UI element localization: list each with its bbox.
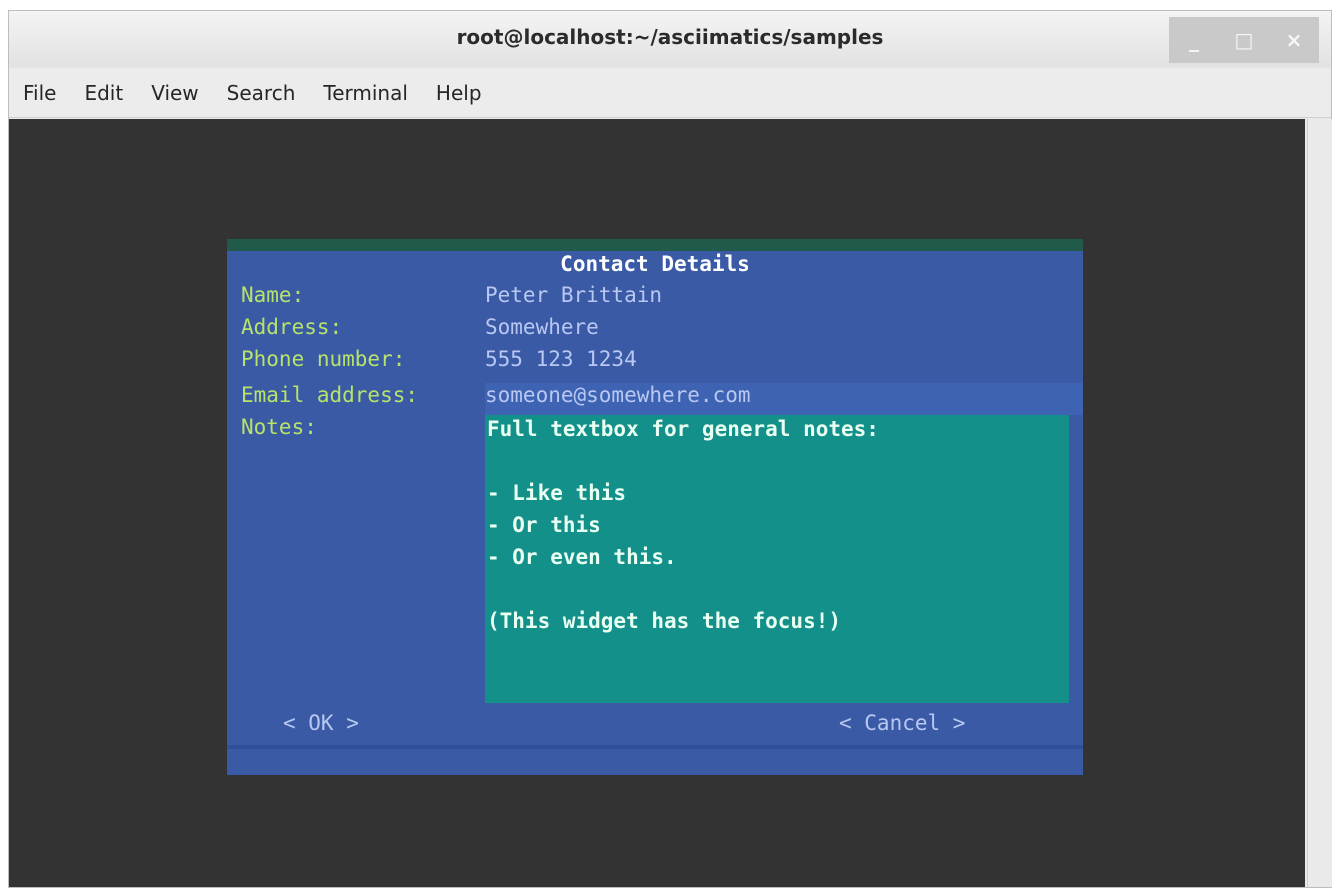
contact-dialog: Contact Details Name: Peter Brittain Add… (227, 239, 1083, 775)
close-button[interactable]: × (1275, 23, 1313, 57)
notes-line: - Like this (487, 481, 627, 505)
maximize-button[interactable]: □ (1225, 23, 1263, 57)
terminal-area[interactable]: Contact Details Name: Peter Brittain Add… (9, 119, 1305, 887)
name-label: Name: (241, 283, 305, 307)
dialog-title: Contact Details (560, 252, 750, 276)
phone-field[interactable]: 555 123 1234 (485, 347, 637, 371)
menu-help[interactable]: Help (422, 81, 496, 105)
notes-label: Notes: (241, 415, 317, 439)
ok-button[interactable]: < OK > (283, 711, 359, 735)
notes-line: (This widget has the focus!) (487, 609, 842, 633)
address-label: Address: (241, 315, 343, 339)
minimize-button[interactable]: _ (1175, 23, 1213, 57)
notes-line: - Or this (487, 513, 601, 537)
menu-search[interactable]: Search (213, 81, 310, 105)
menu-bar: File Edit View Search Terminal Help (9, 69, 1331, 118)
window-title: root@localhost:~/asciimatics/samples (456, 25, 884, 49)
terminal-window: root@localhost:~/asciimatics/samples _ □… (8, 10, 1332, 888)
notes-textbox[interactable]: Full textbox for general notes: - Like t… (485, 415, 1069, 703)
address-field[interactable]: Somewhere (485, 315, 599, 339)
phone-label: Phone number: (241, 347, 406, 371)
menu-terminal[interactable]: Terminal (309, 81, 422, 105)
menu-file[interactable]: File (9, 81, 70, 105)
menu-edit[interactable]: Edit (70, 81, 137, 105)
menu-view[interactable]: View (137, 81, 212, 105)
name-field[interactable]: Peter Brittain (485, 283, 662, 307)
title-bar[interactable]: root@localhost:~/asciimatics/samples _ □… (9, 11, 1331, 67)
dialog-top-border (227, 239, 1083, 251)
notes-line: Full textbox for general notes: (487, 417, 879, 441)
window-controls: _ □ × (1169, 17, 1319, 63)
cancel-button[interactable]: < Cancel > (839, 711, 965, 735)
notes-line: - Or even this. (487, 545, 677, 569)
email-label: Email address: (241, 383, 419, 407)
email-field[interactable]: someone@somewhere.com (485, 383, 751, 407)
terminal-scrollbar[interactable] (1307, 119, 1332, 887)
dialog-bottom-border (227, 745, 1083, 775)
